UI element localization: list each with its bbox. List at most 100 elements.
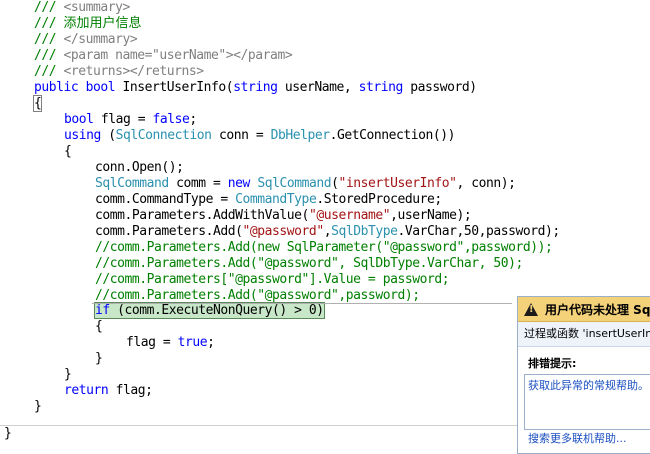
code-token-kw: using bbox=[64, 128, 109, 143]
code-line[interactable]: } bbox=[64, 367, 72, 383]
exception-message: 过程或函数 'insertUserInfo bbox=[518, 322, 650, 347]
code-line[interactable]: conn.Open(); bbox=[95, 160, 184, 176]
code-line[interactable]: { bbox=[32, 95, 43, 112]
code-line[interactable]: public bool InsertUserInfo(string userNa… bbox=[34, 80, 477, 96]
code-line[interactable]: bool flag = false; bbox=[64, 112, 197, 128]
code-token-kw: false bbox=[152, 112, 190, 127]
code-token-doc: <summary> bbox=[63, 0, 131, 15]
code-line-content: { bbox=[95, 319, 103, 334]
code-token-plain: , conn); bbox=[456, 176, 516, 191]
code-token-plain: { bbox=[95, 319, 103, 334]
code-token-doc: <returns></returns> bbox=[63, 64, 205, 79]
popup-header[interactable]: 用户代码未处理 Sql bbox=[518, 297, 650, 322]
code-line-content: /// <summary> bbox=[34, 0, 130, 15]
code-line[interactable]: comm.CommandType = CommandType.StoredPro… bbox=[95, 192, 442, 208]
code-line-content: //comm.Parameters["@password"].Value = p… bbox=[95, 272, 450, 287]
code-line-content: //comm.Parameters.Add("@password", SqlDb… bbox=[95, 256, 523, 271]
code-token-type: SqlDbType bbox=[331, 224, 398, 239]
code-token-plain: (comm.ExecuteNonQuery() > 0) bbox=[117, 303, 324, 318]
troubleshooting-tips-list: 获取此异常的常规帮助。 bbox=[524, 374, 650, 430]
code-line-content: { bbox=[64, 144, 72, 159]
search-more-help-link[interactable]: 搜索更多联机帮助... bbox=[528, 430, 627, 446]
code-token-plain: , bbox=[323, 224, 332, 239]
code-token-plain: } bbox=[4, 426, 12, 441]
code-token-comment: //comm.Parameters.Add("@password",passwo… bbox=[95, 288, 420, 303]
code-line[interactable]: { bbox=[95, 319, 103, 335]
code-token-kw: true bbox=[177, 335, 208, 350]
code-token-plain: password) bbox=[410, 80, 477, 95]
code-token-plain: conn.Open(); bbox=[95, 160, 184, 175]
code-token-plain: } bbox=[64, 367, 72, 382]
code-line[interactable]: SqlCommand comm = new SqlCommand("insert… bbox=[95, 176, 516, 192]
method-separator-line bbox=[92, 303, 512, 304]
code-line[interactable]: } bbox=[34, 399, 42, 415]
code-token-plain: comm.Parameters.AddWithValue( bbox=[95, 208, 309, 223]
code-token-plain: ,userName); bbox=[390, 208, 472, 223]
code-token-plain: InsertUserInfo( bbox=[122, 80, 234, 95]
code-token-plain: .GetConnection()) bbox=[329, 128, 456, 143]
code-token-kw: bool bbox=[64, 112, 101, 127]
troubleshooting-tips-title: 排错提示: bbox=[528, 357, 577, 370]
code-line-content: if (comm.ExecuteNonQuery() > 0) bbox=[94, 302, 325, 319]
code-token-plain: } bbox=[34, 399, 42, 414]
code-line-content: using (SqlConnection conn = DbHelper.Get… bbox=[64, 128, 455, 143]
code-token-comment: /// bbox=[34, 32, 64, 47]
code-line-content: /// <returns></returns> bbox=[34, 64, 204, 79]
code-line[interactable]: /// 添加用户信息 bbox=[34, 16, 142, 32]
code-line[interactable]: flag = true; bbox=[126, 335, 215, 351]
editor-bottom-divider bbox=[0, 425, 520, 426]
code-line-content: //comm.Parameters.Add(new SqlParameter("… bbox=[95, 240, 553, 255]
code-line-content: } bbox=[64, 367, 72, 382]
code-line-content: comm.CommandType = CommandType.StoredPro… bbox=[95, 192, 442, 207]
code-line[interactable]: using (SqlConnection conn = DbHelper.Get… bbox=[64, 128, 455, 144]
code-line-content: /// 添加用户信息 bbox=[34, 16, 142, 31]
code-token-plain: flag = bbox=[100, 112, 153, 127]
code-token-plain: ; bbox=[189, 112, 197, 127]
code-token-plain: .VarChar,50,password); bbox=[397, 224, 560, 239]
code-token-comment: 添加用户信息 bbox=[63, 16, 142, 31]
code-token-comment: /// bbox=[34, 64, 64, 79]
code-token-comment: /// bbox=[34, 0, 64, 15]
code-line[interactable]: comm.Parameters.Add("@password",SqlDbTyp… bbox=[95, 224, 560, 240]
code-line[interactable]: } bbox=[95, 351, 103, 367]
code-token-plain: comm.CommandType = bbox=[95, 192, 236, 207]
code-token-plain: ; bbox=[207, 335, 215, 350]
code-token-kw: string bbox=[233, 80, 285, 95]
code-token-plain: { bbox=[64, 144, 72, 159]
code-token-comment: /// bbox=[34, 16, 64, 31]
code-token-plain: userName, bbox=[284, 80, 359, 95]
general-help-link[interactable]: 获取此异常的常规帮助。 bbox=[528, 379, 649, 392]
code-line-content: /// </summary> bbox=[34, 32, 138, 47]
code-line[interactable]: /// <param name="userName"></param> bbox=[34, 48, 293, 64]
code-token-plain: .StoredProcedure; bbox=[316, 192, 442, 207]
code-token-type: DbHelper bbox=[270, 128, 330, 143]
code-line[interactable]: } bbox=[4, 426, 12, 442]
code-line-content: /// <param name="userName"></param> bbox=[34, 48, 293, 63]
code-token-comment: //comm.Parameters.Add(new SqlParameter("… bbox=[95, 240, 553, 255]
code-line[interactable]: //comm.Parameters.Add(new SqlParameter("… bbox=[95, 240, 553, 256]
code-line-content: bool flag = false; bbox=[64, 112, 197, 127]
code-line[interactable]: //comm.Parameters["@password"].Value = p… bbox=[95, 272, 450, 288]
code-line[interactable]: comm.Parameters.AddWithValue("@username"… bbox=[95, 208, 472, 224]
code-line[interactable]: //comm.Parameters.Add("@password", SqlDb… bbox=[95, 256, 523, 272]
code-line[interactable]: /// </summary> bbox=[34, 32, 138, 48]
code-token-plain: comm.Parameters.Add( bbox=[95, 224, 243, 239]
code-line-content: } bbox=[34, 399, 42, 414]
code-line[interactable]: /// <returns></returns> bbox=[34, 64, 204, 80]
exception-assistant-popup[interactable]: 用户代码未处理 Sql 过程或函数 'insertUserInfo 排错提示: … bbox=[517, 296, 650, 454]
code-token-str: "@password" bbox=[242, 224, 325, 239]
code-token-type: SqlCommand bbox=[95, 176, 177, 191]
code-line[interactable]: return flag; bbox=[64, 383, 153, 399]
code-token-plain: comm = bbox=[176, 176, 228, 191]
code-line[interactable]: /// <summary> bbox=[34, 0, 130, 16]
code-line-content: } bbox=[4, 426, 12, 441]
current-statement-line[interactable]: if (comm.ExecuteNonQuery() > 0) bbox=[94, 302, 325, 319]
code-token-plain: { bbox=[32, 95, 43, 112]
code-line-content: flag = true; bbox=[126, 335, 215, 350]
code-token-comment: //comm.Parameters["@password"].Value = p… bbox=[95, 272, 450, 287]
code-token-str: "@username" bbox=[308, 208, 391, 223]
code-line[interactable]: //comm.Parameters.Add("@password",passwo… bbox=[95, 288, 420, 304]
code-line[interactable]: { bbox=[64, 144, 72, 160]
code-token-doc: <param name="userName"></param> bbox=[63, 48, 293, 63]
code-line-content: comm.Parameters.Add("@password",SqlDbTyp… bbox=[95, 224, 560, 239]
